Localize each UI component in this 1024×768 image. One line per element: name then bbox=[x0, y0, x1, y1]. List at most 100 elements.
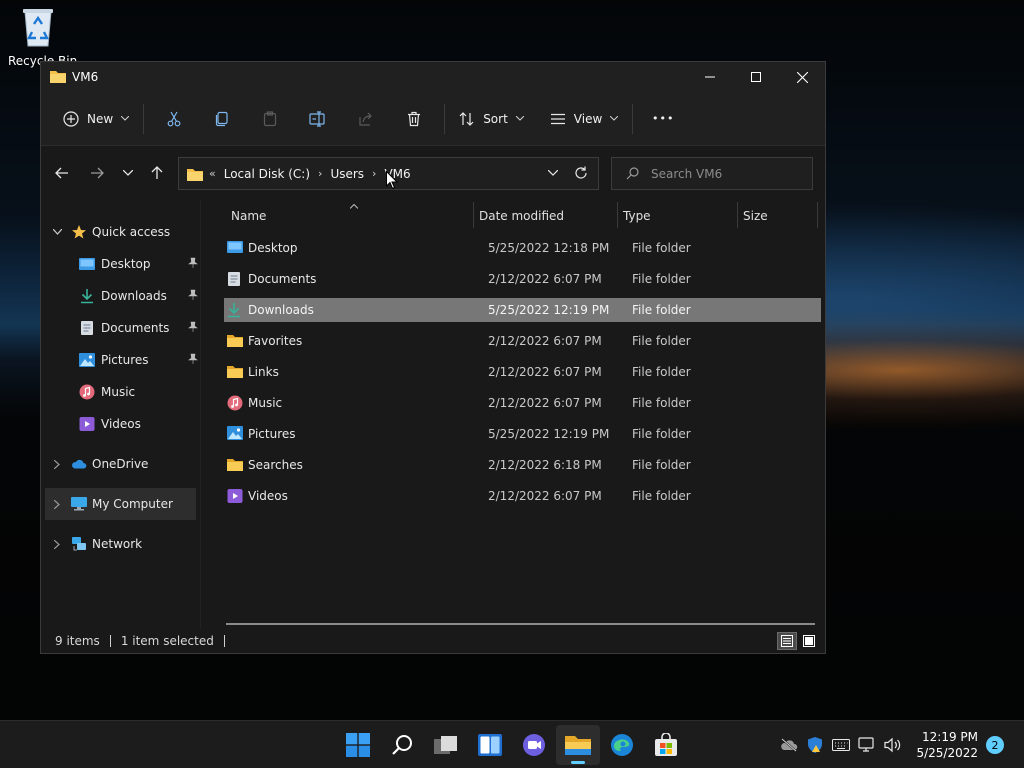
refresh-button[interactable] bbox=[574, 166, 588, 180]
expand-chevron-icon[interactable] bbox=[51, 499, 63, 509]
microsoft-store-button[interactable] bbox=[644, 725, 688, 765]
search-box[interactable] bbox=[611, 157, 813, 190]
forward-button[interactable] bbox=[82, 158, 112, 188]
file-row[interactable]: Links 2/12/2022 6:07 PM File folder bbox=[224, 360, 821, 384]
list-view-icon bbox=[550, 113, 565, 124]
more-options-button[interactable]: ••• bbox=[639, 103, 687, 135]
sidebar-item-desktop[interactable]: Desktop bbox=[41, 248, 200, 280]
expand-chevron-icon[interactable] bbox=[51, 229, 63, 235]
sidebar-item-pictures[interactable]: Pictures bbox=[41, 344, 200, 376]
sidebar-item-music[interactable]: Music bbox=[41, 376, 200, 408]
column-header-date[interactable]: Date modified bbox=[479, 200, 564, 232]
breadcrumb-local-disk[interactable]: Local Disk (C:) bbox=[224, 167, 310, 181]
star-icon bbox=[71, 224, 87, 240]
start-button[interactable] bbox=[336, 725, 380, 765]
edge-browser-button[interactable] bbox=[600, 725, 644, 765]
column-header-name[interactable]: Name bbox=[231, 200, 266, 232]
search-icon bbox=[626, 167, 639, 180]
teams-chat-button[interactable] bbox=[512, 725, 556, 765]
address-dropdown-button[interactable] bbox=[548, 170, 558, 176]
up-button[interactable] bbox=[142, 158, 172, 188]
sidebar-item-documents[interactable]: Documents bbox=[41, 312, 200, 344]
close-button[interactable] bbox=[779, 62, 825, 92]
file-type: File folder bbox=[632, 241, 691, 255]
minimize-button[interactable] bbox=[687, 62, 733, 92]
view-button[interactable]: View bbox=[542, 103, 626, 135]
file-row[interactable]: Videos 2/12/2022 6:07 PM File folder bbox=[224, 484, 821, 508]
breadcrumb-users[interactable]: Users bbox=[330, 167, 364, 181]
title-bar[interactable]: VM6 bbox=[41, 62, 825, 92]
sidebar-scrollbar[interactable] bbox=[201, 200, 209, 638]
file-row[interactable]: Searches 2/12/2022 6:18 PM File folder bbox=[224, 453, 821, 477]
sidebar-item-network[interactable]: Network bbox=[41, 528, 200, 560]
delete-button[interactable] bbox=[390, 103, 438, 135]
file-row[interactable]: Pictures 5/25/2022 12:19 PM File folder bbox=[224, 422, 821, 446]
arrow-up-icon bbox=[151, 166, 163, 179]
view-label: View bbox=[573, 111, 603, 126]
file-row[interactable]: Downloads 5/25/2022 12:19 PM File folder bbox=[224, 298, 821, 322]
share-button[interactable] bbox=[342, 103, 390, 135]
column-header-type[interactable]: Type bbox=[623, 200, 651, 232]
sidebar-item-downloads[interactable]: Downloads bbox=[41, 280, 200, 312]
chevron-down-icon bbox=[515, 116, 524, 121]
onedrive-offline-button[interactable] bbox=[776, 732, 802, 758]
chat-icon bbox=[523, 734, 545, 756]
horizontal-scrollbar[interactable] bbox=[226, 623, 815, 625]
arrow-right-icon bbox=[91, 167, 104, 179]
file-date: 2/12/2022 6:18 PM bbox=[488, 458, 602, 472]
expand-chevron-icon[interactable] bbox=[51, 459, 63, 469]
recent-locations-button[interactable] bbox=[113, 158, 143, 188]
task-view-button[interactable] bbox=[424, 725, 468, 765]
details-view-button[interactable] bbox=[777, 632, 797, 650]
pictures-folder-icon bbox=[227, 426, 243, 442]
file-explorer-taskbar-button[interactable] bbox=[556, 725, 600, 765]
sidebar-item-my-computer[interactable]: My Computer bbox=[45, 488, 196, 520]
widgets-button[interactable] bbox=[468, 725, 512, 765]
notification-badge[interactable]: 2 bbox=[986, 736, 1004, 754]
sort-button[interactable]: Sort bbox=[451, 103, 532, 135]
column-divider[interactable] bbox=[617, 202, 618, 228]
copy-button[interactable] bbox=[198, 103, 246, 135]
column-header-size[interactable]: Size bbox=[743, 200, 768, 232]
column-divider[interactable] bbox=[737, 202, 738, 228]
file-type: File folder bbox=[632, 334, 691, 348]
recycle-bin-shortcut[interactable]: Recycle Bin bbox=[8, 6, 77, 68]
clock-time: 12:19 PM bbox=[922, 730, 978, 744]
rename-button[interactable] bbox=[294, 103, 342, 135]
command-bar: New Sort View ••• bbox=[41, 92, 825, 146]
maximize-button[interactable] bbox=[733, 62, 779, 92]
sidebar-item-onedrive[interactable]: OneDrive bbox=[41, 448, 200, 480]
file-row[interactable]: Desktop 5/25/2022 12:18 PM File folder bbox=[224, 236, 821, 260]
download-arrow-icon bbox=[79, 288, 95, 304]
clock[interactable]: 12:19 PM 5/25/2022 bbox=[916, 729, 978, 761]
column-divider[interactable] bbox=[817, 202, 818, 228]
file-row[interactable]: Documents 2/12/2022 6:07 PM File folder bbox=[224, 267, 821, 291]
search-input[interactable] bbox=[651, 166, 801, 181]
taskbar-search-button[interactable] bbox=[380, 725, 424, 765]
back-button[interactable] bbox=[47, 158, 77, 188]
column-divider[interactable] bbox=[473, 202, 474, 228]
folder-icon bbox=[227, 457, 243, 473]
sort-arrows-icon bbox=[459, 111, 474, 126]
sidebar-item-videos[interactable]: Videos bbox=[41, 408, 200, 440]
volume-button[interactable] bbox=[880, 732, 906, 758]
file-explorer-window: VM6 New Sort View ••• « Local Disk (C:) … bbox=[40, 61, 826, 654]
network-status-button[interactable] bbox=[854, 732, 880, 758]
clock-date: 5/25/2022 bbox=[916, 746, 978, 760]
security-button[interactable] bbox=[802, 732, 828, 758]
sort-ascending-icon bbox=[349, 198, 359, 212]
keyboard-button[interactable] bbox=[828, 732, 854, 758]
folder-icon bbox=[227, 364, 243, 380]
paste-button[interactable] bbox=[246, 103, 294, 135]
overflow-chevron[interactable]: « bbox=[209, 167, 216, 180]
thumbnails-view-button[interactable] bbox=[799, 632, 819, 650]
cut-button[interactable] bbox=[150, 103, 198, 135]
details-view-icon bbox=[781, 635, 793, 647]
downloads-folder-icon bbox=[227, 302, 243, 318]
expand-chevron-icon[interactable] bbox=[51, 539, 63, 549]
sidebar-item-quick-access[interactable]: Quick access bbox=[41, 216, 200, 248]
folder-icon bbox=[227, 333, 243, 349]
new-button[interactable]: New bbox=[55, 103, 137, 135]
file-row[interactable]: Music 2/12/2022 6:07 PM File folder bbox=[224, 391, 821, 415]
file-row[interactable]: Favorites 2/12/2022 6:07 PM File folder bbox=[224, 329, 821, 353]
